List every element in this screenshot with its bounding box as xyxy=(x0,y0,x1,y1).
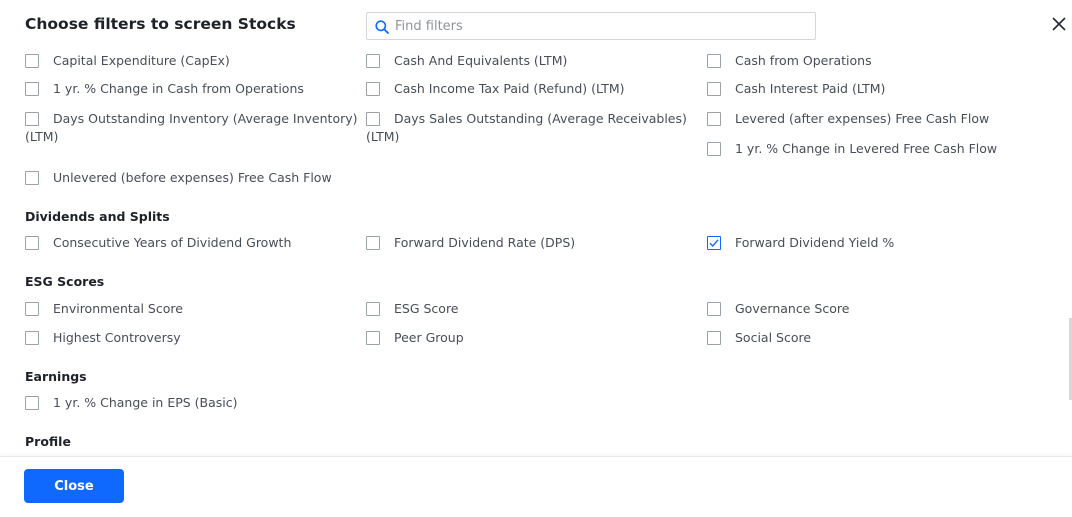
checkbox[interactable] xyxy=(366,236,380,250)
dialog-title: Choose filters to screen Stocks xyxy=(25,15,296,33)
filter-label: Environmental Score xyxy=(53,301,183,316)
checkbox[interactable] xyxy=(25,54,39,68)
search-icon xyxy=(375,20,389,34)
filter-label: Forward Dividend Rate (DPS) xyxy=(394,235,576,250)
filter-days-outstanding-inventory[interactable]: Days Outstanding Inventory (Average Inve… xyxy=(25,110,358,148)
checkbox[interactable] xyxy=(25,302,39,316)
filter-label-continued: (LTM) xyxy=(25,129,59,144)
checkbox[interactable] xyxy=(707,54,721,68)
checkbox[interactable] xyxy=(25,236,39,250)
checkbox[interactable] xyxy=(366,82,380,96)
filter-label: 1 yr. % Change in Levered Free Cash Flow xyxy=(735,141,998,156)
section-title: Profile xyxy=(25,434,71,449)
checkbox[interactable] xyxy=(366,302,380,316)
section-title: Dividends and Splits xyxy=(25,209,170,224)
checkbox[interactable] xyxy=(25,396,39,410)
check-icon xyxy=(709,239,719,248)
dialog-header: Choose filters to screen Stocks xyxy=(0,0,1072,52)
filter-label: Highest Controversy xyxy=(53,330,181,345)
filter-label: Days Outstanding Inventory (Average Inve… xyxy=(53,111,358,126)
filter-label: Cash And Equivalents (LTM) xyxy=(394,53,568,68)
filter-label: Capital Expenditure (CapEx) xyxy=(53,53,230,68)
filter-label: Unlevered (before expenses) Free Cash Fl… xyxy=(53,170,332,185)
checkbox[interactable] xyxy=(366,112,380,126)
search-input[interactable] xyxy=(395,13,805,39)
filter-label: Cash from Operations xyxy=(735,53,872,68)
filter-label: Cash Income Tax Paid (Refund) (LTM) xyxy=(394,81,625,96)
filter-label: Peer Group xyxy=(394,330,464,345)
checkbox[interactable] xyxy=(707,302,721,316)
checkbox[interactable] xyxy=(707,82,721,96)
filter-days-sales-outstanding[interactable]: Days Sales Outstanding (Average Receivab… xyxy=(366,110,696,148)
checkbox[interactable] xyxy=(25,171,39,185)
checkbox[interactable] xyxy=(366,54,380,68)
checkbox-checked[interactable] xyxy=(707,236,721,250)
section-title: ESG Scores xyxy=(25,274,105,289)
filter-label: 1 yr. % Change in Cash from Operations xyxy=(53,81,304,96)
close-button[interactable]: Close xyxy=(24,469,124,503)
filter-label: Governance Score xyxy=(735,301,850,316)
filter-label: Days Sales Outstanding (Average Receivab… xyxy=(394,111,687,126)
checkbox[interactable] xyxy=(25,82,39,96)
dialog-footer: Close xyxy=(0,456,1072,517)
checkbox[interactable] xyxy=(707,331,721,345)
filter-label: Levered (after expenses) Free Cash Flow xyxy=(735,111,990,126)
filter-label: Forward Dividend Yield % xyxy=(735,235,895,250)
filter-label: ESG Score xyxy=(394,301,459,316)
section-title: Earnings xyxy=(25,369,87,384)
filter-label: Cash Interest Paid (LTM) xyxy=(735,81,886,96)
checkbox[interactable] xyxy=(366,331,380,345)
checkbox[interactable] xyxy=(25,331,39,345)
filter-label: 1 yr. % Change in EPS (Basic) xyxy=(53,395,238,410)
filter-label: Social Score xyxy=(735,330,812,345)
checkbox[interactable] xyxy=(707,112,721,126)
filter-label: Consecutive Years of Dividend Growth xyxy=(53,235,292,250)
checkbox[interactable] xyxy=(25,112,39,126)
search-box[interactable] xyxy=(366,12,816,40)
filter-list[interactable]: Capital Expenditure (CapEx) Cash And Equ… xyxy=(0,52,1072,456)
checkbox[interactable] xyxy=(707,142,721,156)
close-icon[interactable] xyxy=(1051,16,1067,32)
filter-label-continued: (LTM) xyxy=(366,129,400,144)
